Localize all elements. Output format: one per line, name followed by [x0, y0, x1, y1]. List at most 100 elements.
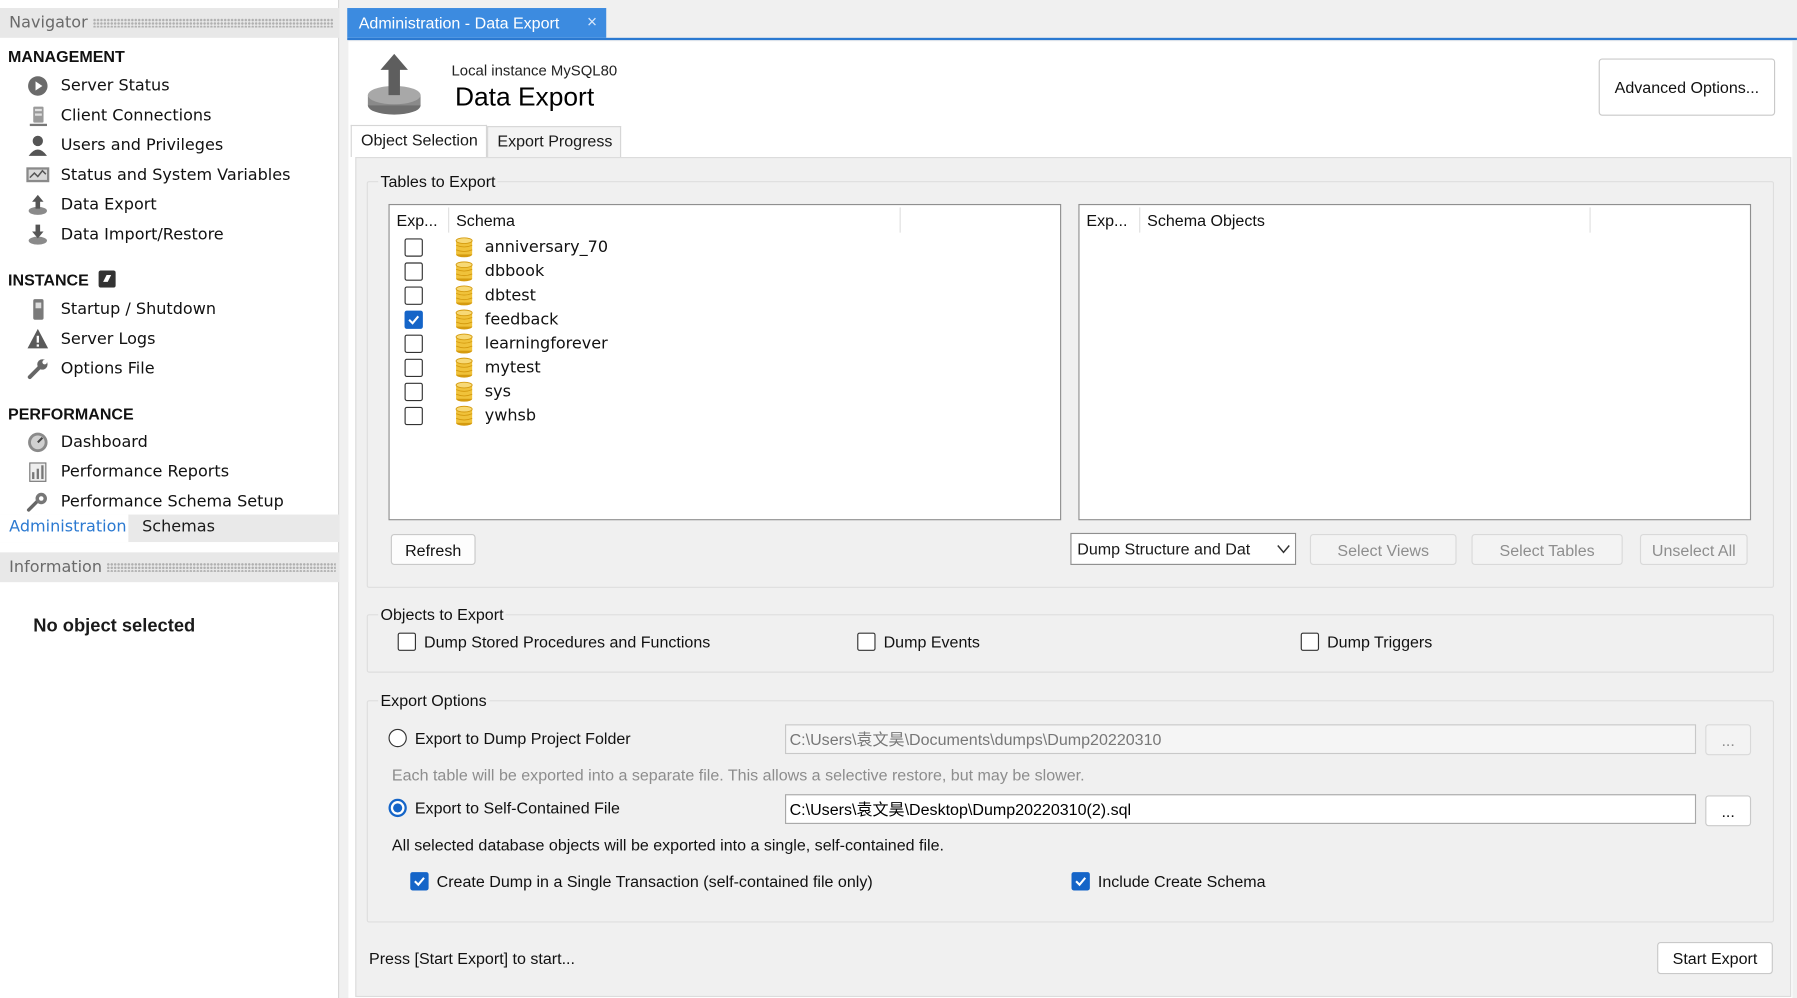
- export-file-option[interactable]: Export to Self-Contained File: [388, 798, 620, 818]
- advanced-options-button[interactable]: Advanced Options...: [1598, 58, 1776, 116]
- tab-label: Administration - Data Export: [358, 13, 560, 33]
- nav-users-privileges[interactable]: Users and Privileges: [25, 132, 223, 160]
- schema-row[interactable]: mytest: [390, 355, 1060, 379]
- schema-checkbox[interactable]: [404, 309, 423, 329]
- nav-label: Client Connections: [60, 106, 212, 125]
- dump-triggers-option[interactable]: Dump Triggers: [1300, 632, 1433, 651]
- nav-performance-reports[interactable]: Performance Reports: [25, 458, 229, 486]
- nav-label: Data Export: [60, 195, 157, 215]
- nav-status-variables[interactable]: Status and System Variables: [25, 162, 290, 190]
- unselect-all-button[interactable]: Unselect All: [1639, 534, 1748, 565]
- file-path-field[interactable]: C:\Users\袁文昊\Desktop\Dump20220310(2).sql: [785, 794, 1697, 824]
- nav-data-import[interactable]: Data Import/Restore: [25, 221, 224, 249]
- nav-startup-shutdown[interactable]: Startup / Shutdown: [25, 296, 216, 324]
- export-file-radio[interactable]: [388, 798, 407, 818]
- col-exp[interactable]: Exp...: [397, 211, 438, 229]
- dump-events-option[interactable]: Dump Events: [857, 632, 980, 651]
- schema-name: sys: [484, 382, 511, 401]
- nav-server-logs[interactable]: Server Logs: [25, 325, 155, 353]
- schema-checkbox[interactable]: [404, 285, 423, 305]
- refresh-button[interactable]: Refresh: [390, 534, 476, 565]
- tab-administration[interactable]: Administration: [0, 514, 129, 543]
- instance-subtitle: Local instance MySQL80: [451, 61, 618, 80]
- tab-data-export[interactable]: Administration - Data Export ×: [347, 8, 607, 38]
- database-icon: [455, 357, 473, 379]
- triggers-checkbox[interactable]: [1300, 632, 1320, 651]
- nav-data-export[interactable]: Data Export: [25, 191, 157, 219]
- col-schema[interactable]: Schema: [456, 211, 515, 229]
- close-icon[interactable]: ×: [587, 8, 597, 38]
- schema-checkbox[interactable]: [404, 406, 423, 425]
- include-create-schema-label: Include Create Schema: [1097, 872, 1266, 891]
- export-header-icon: [364, 52, 424, 118]
- database-icon: [455, 381, 473, 403]
- single-transaction-checkbox[interactable]: [410, 872, 429, 891]
- single-transaction-option[interactable]: Create Dump in a Single Transaction (sel…: [410, 872, 873, 891]
- dump-mode-select[interactable]: Dump Structure and Dat: [1070, 532, 1297, 565]
- schema-row[interactable]: dbbook: [390, 259, 1060, 283]
- document-tab-bar: Administration - Data Export ×: [347, 8, 1797, 41]
- export-folder-option[interactable]: Export to Dump Project Folder: [388, 728, 631, 748]
- navigator-title: Navigator: [9, 13, 88, 33]
- browse-folder-button[interactable]: ...: [1705, 724, 1752, 756]
- database-icon: [455, 285, 473, 306]
- nav-server-status[interactable]: Server Status: [25, 72, 170, 100]
- schema-row[interactable]: feedback: [390, 307, 1060, 331]
- schema-checkbox[interactable]: [404, 261, 423, 281]
- schema-checkbox[interactable]: [404, 382, 423, 401]
- schema-checkbox[interactable]: [404, 237, 423, 257]
- triggers-label: Dump Triggers: [1327, 632, 1433, 651]
- schema-row[interactable]: dbtest: [390, 283, 1060, 307]
- chevron-down-icon: [1277, 542, 1291, 556]
- select-views-button[interactable]: Select Views: [1309, 534, 1457, 565]
- management-title: MANAGEMENT: [8, 46, 125, 66]
- nav-label: Data Import/Restore: [60, 225, 224, 245]
- database-icon: [455, 309, 473, 330]
- stored-procedures-checkbox[interactable]: [397, 632, 416, 651]
- dashboard-icon: [25, 431, 50, 454]
- schema-objects-list[interactable]: Exp... Schema Objects: [1078, 203, 1752, 521]
- folder-path-field[interactable]: C:\Users\袁文昊\Documents\dumps\Dump2022031…: [785, 724, 1697, 755]
- wrench-icon: [25, 358, 50, 381]
- startup-icon: [25, 298, 50, 321]
- data-import-icon: [25, 223, 50, 246]
- select-tables-button[interactable]: Select Tables: [1471, 534, 1623, 565]
- col-exp-objects[interactable]: Exp...: [1086, 211, 1127, 229]
- schema-row[interactable]: ywhsb: [390, 403, 1060, 427]
- nav-performance-schema-setup[interactable]: Performance Schema Setup: [25, 488, 284, 516]
- nav-dashboard[interactable]: Dashboard: [25, 429, 148, 457]
- instance-title-text: INSTANCE: [8, 270, 89, 289]
- stored-procedures-label: Dump Stored Procedures and Functions: [424, 632, 711, 651]
- schema-row[interactable]: learningforever: [390, 331, 1060, 355]
- nav-options-file[interactable]: Options File: [25, 355, 155, 383]
- file-note: All selected database objects will be ex…: [391, 835, 944, 854]
- tables-to-export-title: Tables to Export: [378, 171, 498, 191]
- schema-name: mytest: [484, 358, 541, 377]
- dump-stored-procedures-option[interactable]: Dump Stored Procedures and Functions: [397, 632, 711, 651]
- tab-export-progress[interactable]: Export Progress: [487, 126, 622, 158]
- browse-file-button[interactable]: ...: [1705, 795, 1752, 827]
- include-create-schema-option[interactable]: Include Create Schema: [1071, 872, 1266, 891]
- schema-list[interactable]: Exp... Schema anniversary_70 dbbook dbtest…: [388, 203, 1062, 521]
- data-export-icon: [25, 194, 50, 217]
- reports-icon: [25, 461, 50, 484]
- nav-client-connections[interactable]: Client Connections: [25, 102, 211, 130]
- schema-row[interactable]: anniversary_70: [390, 235, 1060, 259]
- tab-schemas[interactable]: Schemas: [133, 515, 224, 543]
- schema-list-header: Exp... Schema: [390, 205, 1060, 235]
- schema-checkbox[interactable]: [404, 358, 423, 377]
- navigator-sidebar: Navigator MANAGEMENT Server Status Clien…: [0, 0, 340, 998]
- nav-label: Dashboard: [60, 433, 148, 452]
- dump-mode-value: Dump Structure and Dat: [1077, 539, 1251, 559]
- start-export-button[interactable]: Start Export: [1657, 942, 1773, 975]
- schema-checkbox[interactable]: [404, 334, 423, 353]
- include-create-schema-checkbox[interactable]: [1071, 872, 1090, 891]
- events-checkbox[interactable]: [857, 632, 876, 651]
- tab-object-selection[interactable]: Object Selection: [350, 124, 488, 158]
- schema-objects-header: Exp... Schema Objects: [1080, 205, 1750, 235]
- no-object-label: No object selected: [33, 616, 196, 637]
- export-folder-radio[interactable]: [388, 728, 407, 748]
- schema-row[interactable]: sys: [390, 379, 1060, 403]
- col-schema-objects[interactable]: Schema Objects: [1147, 211, 1265, 229]
- information-header: Information: [0, 552, 340, 583]
